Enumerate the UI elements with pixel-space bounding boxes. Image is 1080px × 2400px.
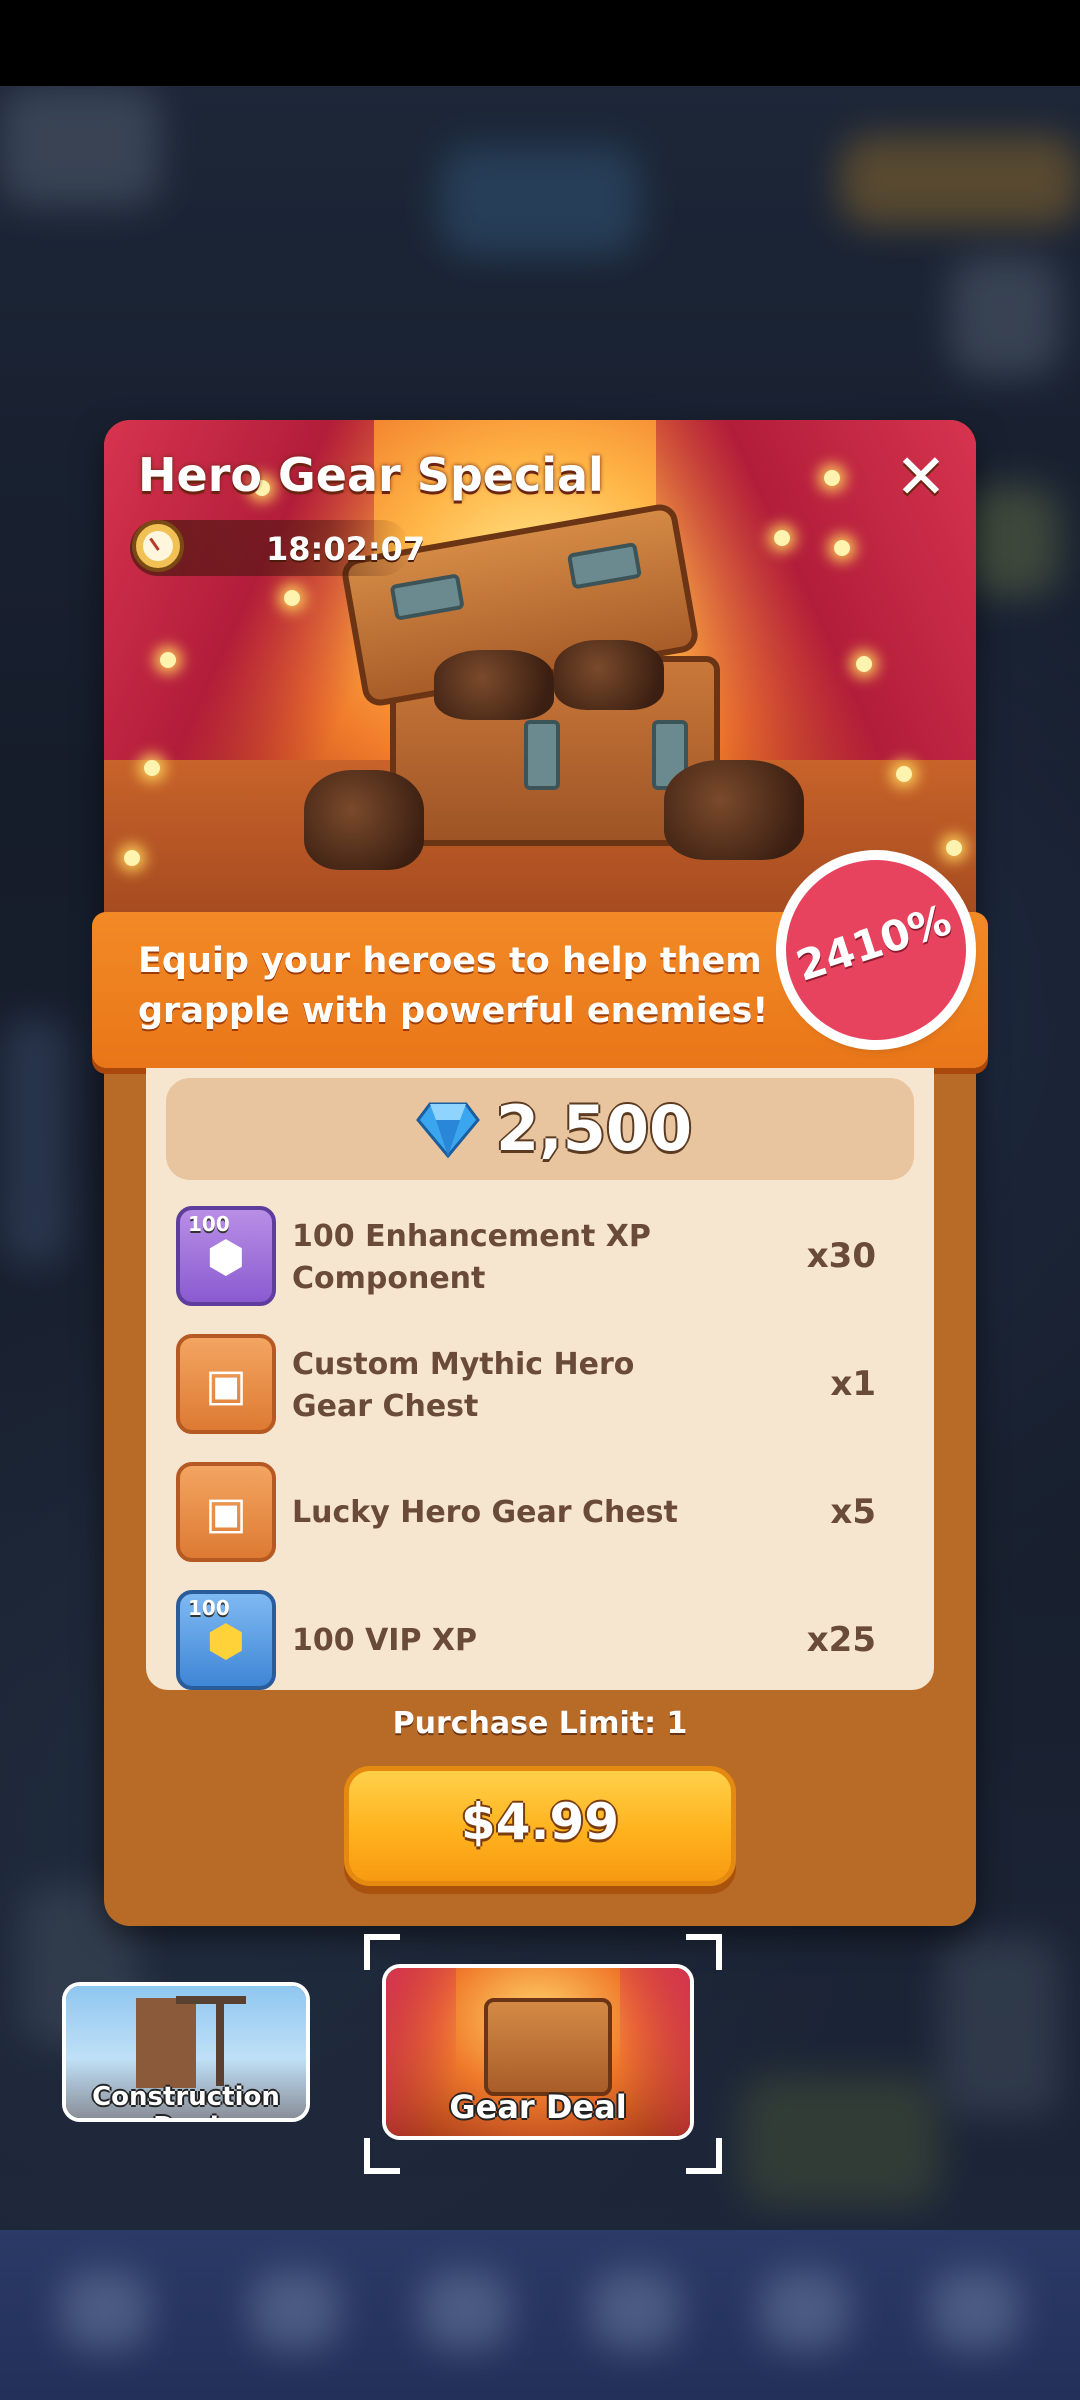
item-name: 100 VIP XP bbox=[292, 1623, 477, 1658]
gear-item-icon bbox=[434, 650, 554, 720]
reward-item: 100 ⬢ 100 VIP XP x25 bbox=[176, 1590, 876, 1690]
gem-price: 2,500 bbox=[496, 1092, 693, 1165]
enhancement-xp-component-icon: 100 ⬢ bbox=[176, 1206, 276, 1306]
light-bulb bbox=[284, 590, 300, 606]
offer-title: Hero Gear Special bbox=[138, 448, 604, 502]
item-quantity: x25 bbox=[806, 1620, 876, 1660]
light-bulb bbox=[774, 530, 790, 546]
deal-label: Construction Deal bbox=[92, 2082, 280, 2118]
light-bulb bbox=[856, 656, 872, 672]
discount-badge-text: 2410% bbox=[790, 895, 957, 991]
vip-xp-icon: 100 ⬢ bbox=[176, 1590, 276, 1690]
light-bulb bbox=[144, 760, 160, 776]
item-quantity: x5 bbox=[830, 1492, 876, 1532]
buy-button-label: $4.99 bbox=[460, 1793, 620, 1851]
light-bulb bbox=[896, 766, 912, 782]
item-name: Custom Mythic Hero Gear Chest bbox=[292, 1347, 635, 1424]
mythic-gear-chest-icon: ▣ bbox=[176, 1334, 276, 1434]
purchase-limit: Purchase Limit: 1 bbox=[392, 1706, 688, 1741]
deal-label: Gear Deal bbox=[449, 2088, 627, 2126]
selection-corner bbox=[364, 1934, 400, 1970]
offer-illustration: Hero Gear Special 18:02:07 ✕ bbox=[104, 420, 976, 920]
offer-description: Equip your heroes to help them grapple w… bbox=[138, 941, 769, 1031]
timer-text: 18:02:07 bbox=[266, 530, 426, 568]
lucky-gear-chest-icon: ▣ bbox=[176, 1462, 276, 1562]
status-bar bbox=[0, 0, 1080, 86]
light-bulb bbox=[834, 540, 850, 556]
deal-tab-gear[interactable]: Gear Deal bbox=[382, 1964, 694, 2140]
reward-item: ▣ Lucky Hero Gear Chest x5 bbox=[176, 1462, 876, 1572]
selection-corner bbox=[686, 2138, 722, 2174]
close-button[interactable]: ✕ bbox=[888, 444, 954, 510]
selection-corner bbox=[364, 2138, 400, 2174]
item-quantity: x30 bbox=[806, 1236, 876, 1276]
gear-item-icon bbox=[554, 640, 664, 710]
offer-timer: 18:02:07 bbox=[130, 520, 425, 576]
rewards-panel: 2,500 100 ⬢ 100 Enhancement XP Component… bbox=[146, 1068, 934, 1690]
item-name: 100 Enhancement XP Component bbox=[292, 1219, 651, 1296]
gem-icon bbox=[416, 1102, 480, 1158]
light-bulb bbox=[824, 470, 840, 486]
deal-tab-construction[interactable]: Construction Deal bbox=[62, 1982, 310, 2122]
light-bulb bbox=[124, 850, 140, 866]
clock-icon bbox=[132, 520, 184, 572]
gem-value-strip: 2,500 bbox=[166, 1078, 914, 1180]
goggles-icon bbox=[664, 760, 804, 860]
reward-item: 100 ⬢ 100 Enhancement XP Component x30 bbox=[176, 1206, 876, 1316]
bottom-nav-bar-blurred bbox=[0, 2230, 1080, 2400]
item-quantity: x1 bbox=[830, 1364, 876, 1404]
buy-button[interactable]: $4.99 bbox=[344, 1766, 736, 1886]
chest-latch bbox=[524, 720, 560, 790]
boot-icon bbox=[304, 770, 424, 870]
light-bulb bbox=[160, 652, 176, 668]
reward-item: ▣ Custom Mythic Hero Gear Chest x1 bbox=[176, 1334, 876, 1444]
selection-corner bbox=[686, 1934, 722, 1970]
light-bulb bbox=[946, 840, 962, 856]
item-name: Lucky Hero Gear Chest bbox=[292, 1495, 678, 1530]
